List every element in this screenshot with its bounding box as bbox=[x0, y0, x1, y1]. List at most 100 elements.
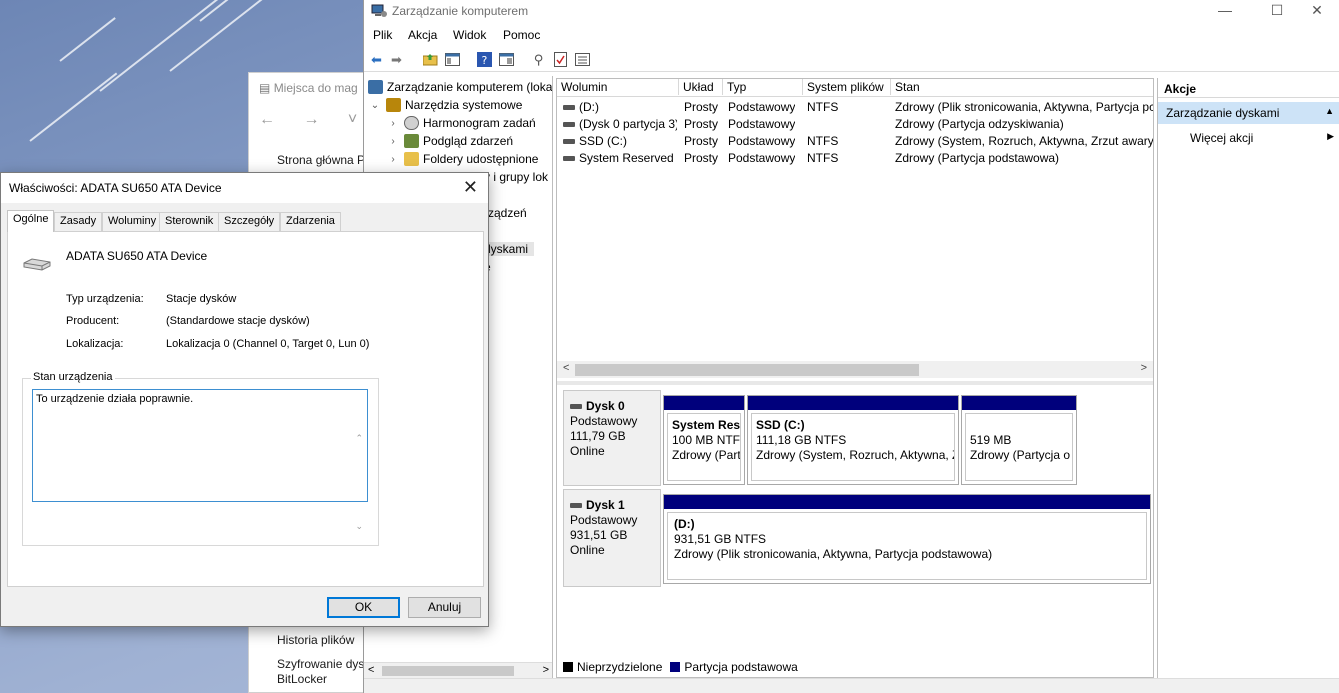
textbox-scroll-arrows-icon[interactable]: ⌃ ⌄ bbox=[355, 394, 363, 570]
list-icon[interactable] bbox=[574, 51, 591, 68]
forward-icon[interactable]: ➡ bbox=[388, 51, 405, 68]
cancel-button[interactable]: Anuluj bbox=[408, 597, 481, 618]
pane-splitter[interactable] bbox=[557, 381, 1153, 385]
disk-1-label[interactable]: Dysk 1 Podstawowy 931,51 GB Online bbox=[563, 489, 661, 587]
disk-status: Online bbox=[570, 543, 605, 557]
show-pane-icon[interactable] bbox=[444, 51, 461, 68]
volume-layout: Prosty bbox=[684, 134, 719, 148]
volume-filesystem: NTFS bbox=[807, 134, 839, 148]
dialog-close-icon[interactable]: ✕ bbox=[463, 177, 478, 198]
disk-0-label[interactable]: Dysk 0 Podstawowy 111,79 GB Online bbox=[563, 390, 661, 486]
scroll-right-icon[interactable]: > bbox=[543, 664, 549, 676]
collapse-up-icon[interactable]: ▲ bbox=[1325, 106, 1334, 116]
partition-d[interactable]: (D:) 931,51 GB NTFS Zdrowy (Plik stronic… bbox=[663, 494, 1151, 584]
chevron-right-icon[interactable]: › bbox=[386, 154, 400, 165]
tree-item-system-tools[interactable]: ⌄ Narzędzia systemowe bbox=[368, 98, 522, 112]
explorer-link-file-history[interactable]: Historia plików bbox=[277, 633, 354, 647]
partition-name: SSD (C:) bbox=[756, 418, 805, 432]
tree-item-computer-management[interactable]: Zarządzanie komputerem (loka bbox=[368, 80, 552, 94]
partition-name bbox=[970, 418, 1068, 433]
tab-events[interactable]: Zdarzenia bbox=[280, 212, 341, 231]
tab-details[interactable]: Szczegóły bbox=[218, 212, 281, 231]
scroll-thumb[interactable] bbox=[575, 364, 919, 376]
partition-recovery[interactable]: 519 MB Zdrowy (Partycja o bbox=[961, 395, 1077, 485]
disk-management-pane: Wolumin Układ Typ System plików Stan (D:… bbox=[556, 78, 1154, 678]
volume-list-scrollbar[interactable]: < > bbox=[557, 361, 1153, 378]
tree-item-shared-folders[interactable]: › Foldery udostępnione bbox=[386, 152, 538, 166]
tree-item-event-viewer[interactable]: › Podgląd zdarzeń bbox=[386, 134, 513, 148]
partition-system-reserved[interactable]: System Rese 100 MB NTFS Zdrowy (Part bbox=[663, 395, 745, 485]
volume-type: Podstawowy bbox=[728, 134, 796, 148]
menu-help[interactable]: Pomoc bbox=[503, 28, 540, 42]
wallpaper-streak bbox=[59, 17, 116, 62]
chevron-down-icon[interactable]: ⌄ bbox=[368, 100, 382, 111]
tree-item-local-users[interactable]: y i grupy lok bbox=[484, 170, 548, 184]
volume-status: Zdrowy (Partycja odzyskiwania) bbox=[895, 117, 1064, 131]
disk-drive-icon bbox=[23, 258, 51, 271]
tree-horizontal-scrollbar[interactable]: < > bbox=[364, 662, 552, 678]
menu-action[interactable]: Akcja bbox=[408, 28, 437, 42]
partition-status: Zdrowy (Plik stronicowania, Aktywna, Par… bbox=[674, 547, 993, 561]
help-icon[interactable]: ? bbox=[476, 51, 493, 68]
action-disk-management[interactable]: Zarządzanie dyskami ▲ bbox=[1158, 102, 1339, 124]
actions-pane: Akcje Zarządzanie dyskami ▲ Więcej akcji… bbox=[1157, 78, 1339, 678]
partition-ssd-c[interactable]: SSD (C:) 111,18 GB NTFS Zdrowy (System, … bbox=[747, 395, 959, 485]
volume-row[interactable]: (D:) Prosty Podstawowy NTFS Zdrowy (Plik… bbox=[557, 99, 1153, 116]
menu-view[interactable]: Widok bbox=[453, 28, 486, 42]
event-viewer-icon bbox=[404, 134, 419, 148]
explorer-link-bitlocker[interactable]: BitLocker bbox=[277, 672, 327, 686]
tree-item-device-manager[interactable]: rządzeń bbox=[484, 206, 527, 220]
scroll-right-icon[interactable]: > bbox=[1141, 362, 1147, 374]
clock-icon bbox=[404, 116, 419, 130]
actions-header: Akcje bbox=[1158, 78, 1339, 98]
back-icon[interactable]: ⬅ bbox=[368, 51, 385, 68]
column-header-layout[interactable]: Układ bbox=[679, 79, 723, 95]
properties-pane-icon[interactable] bbox=[498, 51, 515, 68]
connect-icon[interactable]: ⚲ bbox=[530, 51, 547, 68]
tab-general[interactable]: Ogólne bbox=[7, 210, 55, 232]
partition-status: Zdrowy (Part bbox=[672, 448, 741, 462]
partition-size: 519 MB bbox=[970, 433, 1012, 447]
menu-file[interactable]: Plik bbox=[373, 28, 392, 42]
status-bar bbox=[364, 678, 1339, 693]
device-status-textbox[interactable]: To urządzenie działa poprawnie. ⌃ ⌄ bbox=[32, 389, 368, 531]
column-header-type[interactable]: Typ bbox=[723, 79, 803, 95]
computer-management-icon bbox=[371, 4, 387, 17]
minimize-button[interactable]: — bbox=[1202, 0, 1248, 22]
volume-row[interactable]: (Dysk 0 partycja 3) Prosty Podstawowy Zd… bbox=[557, 116, 1153, 133]
volume-row[interactable]: SSD (C:) Prosty Podstawowy NTFS Zdrowy (… bbox=[557, 133, 1153, 150]
chevron-right-icon[interactable]: › bbox=[386, 118, 400, 129]
partition-bar bbox=[664, 396, 744, 410]
explorer-link-encryption[interactable]: Szyfrowanie dys bbox=[277, 657, 364, 671]
dialog-title-bar: Właściwości: ADATA SU650 ATA Device ✕ bbox=[1, 173, 488, 203]
volume-type: Podstawowy bbox=[728, 151, 796, 165]
partition-status: Zdrowy (Partycja o bbox=[970, 448, 1071, 462]
close-button[interactable]: ✕ bbox=[1294, 0, 1339, 22]
tab-policies[interactable]: Zasady bbox=[54, 212, 103, 231]
ok-button[interactable]: OK bbox=[327, 597, 400, 618]
disk-icon bbox=[570, 503, 582, 509]
tree-item-task-scheduler[interactable]: › Harmonogram zadań bbox=[386, 116, 536, 130]
toolbar: ⬅ ➡ ? ⚲ bbox=[364, 48, 1339, 72]
up-folder-icon[interactable] bbox=[422, 51, 439, 68]
tab-driver[interactable]: Sterownik bbox=[159, 212, 220, 231]
volume-status: Zdrowy (System, Rozruch, Aktywna, Zrzut … bbox=[895, 134, 1153, 148]
check-icon[interactable] bbox=[552, 51, 569, 68]
legend-swatch-primary bbox=[670, 662, 681, 672]
explorer-link-home[interactable]: Strona główna P bbox=[277, 153, 365, 167]
volume-icon bbox=[563, 105, 575, 111]
chevron-right-icon[interactable]: › bbox=[386, 136, 400, 147]
column-header-filesystem[interactable]: System plików bbox=[803, 79, 891, 95]
volume-status: Zdrowy (Plik stronicowania, Aktywna, Par… bbox=[895, 100, 1153, 114]
shared-folder-icon bbox=[404, 152, 419, 166]
column-header-volume[interactable]: Wolumin bbox=[557, 79, 679, 95]
volume-row[interactable]: System Reserved Prosty Podstawowy NTFS Z… bbox=[557, 150, 1153, 167]
tab-volumes[interactable]: Woluminy bbox=[102, 212, 163, 231]
scroll-thumb[interactable] bbox=[382, 666, 514, 676]
scroll-left-icon[interactable]: < bbox=[563, 362, 569, 374]
action-more-actions[interactable]: Więcej akcji ▶ bbox=[1158, 128, 1339, 148]
scroll-left-icon[interactable]: < bbox=[368, 664, 374, 676]
tree-item-disk-management[interactable]: dyskami bbox=[484, 242, 535, 256]
wallpaper-streak bbox=[169, 0, 266, 72]
column-header-status[interactable]: Stan bbox=[891, 79, 1155, 95]
